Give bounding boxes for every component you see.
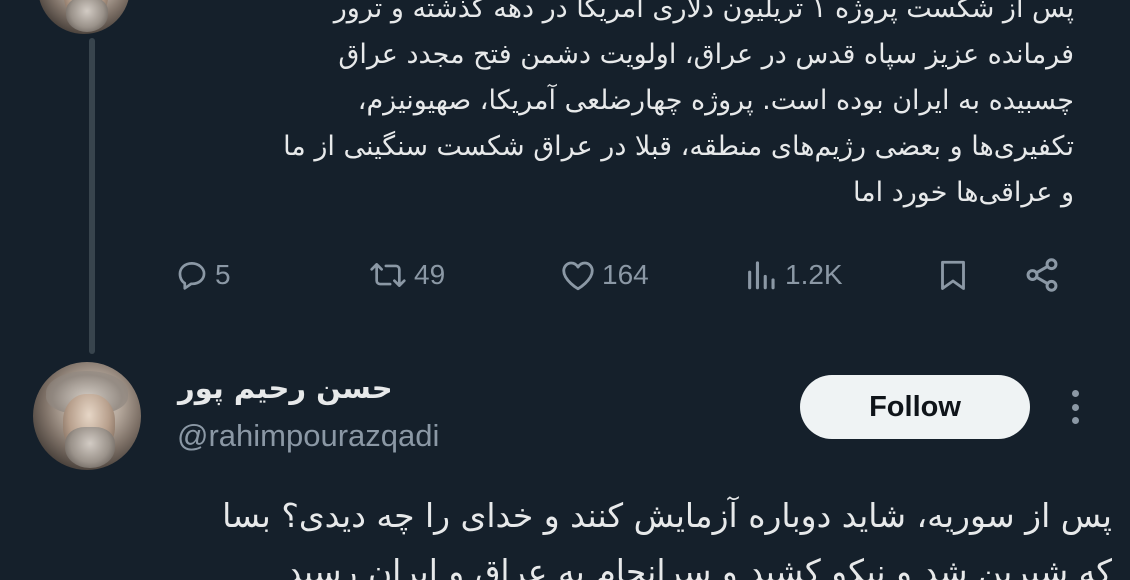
follow-button[interactable]: Follow <box>800 375 1030 439</box>
views-chart-icon <box>748 261 775 290</box>
twitter-thread-screen: پس از شکست پروژه ۱ تریلیون دلاری آمریکا … <box>0 0 1130 580</box>
parent-tweet-actions: 5 49 164 1.2K <box>175 245 1075 305</box>
like-count: 164 <box>602 259 649 290</box>
more-options-button[interactable] <box>1058 384 1092 430</box>
avatar-beard <box>65 426 116 468</box>
retweet-count: 49 <box>414 259 446 290</box>
retweet-icon <box>370 263 406 287</box>
reply-button[interactable]: 5 <box>175 245 231 305</box>
thread-connector-line <box>89 38 95 354</box>
more-vertical-icon-dot <box>1071 403 1079 411</box>
tweet-author-avatar[interactable] <box>33 362 141 470</box>
more-vertical-icon-dot <box>1071 417 1079 424</box>
tweet-text: پس از سوریه، شاید دوباره آزمایش کنند و خ… <box>222 496 1112 580</box>
heart-icon <box>562 261 594 291</box>
reply-icon <box>178 262 206 290</box>
author-handle[interactable]: @rahimpourazqadi <box>177 415 439 457</box>
retweet-button[interactable]: 49 <box>368 245 445 305</box>
like-button[interactable]: 164 <box>560 245 649 305</box>
share-icon <box>1026 258 1058 292</box>
author-display-name[interactable]: حسن رحیم پور <box>178 368 393 408</box>
bookmark-button[interactable] <box>935 245 971 305</box>
reply-count: 5 <box>215 259 231 290</box>
avatar-beard <box>65 0 108 33</box>
parent-tweet-text: پس از شکست پروژه ۱ تریلیون دلاری آمریکا … <box>283 0 1074 208</box>
views-button[interactable]: 1.2K <box>743 245 843 305</box>
views-count: 1.2K <box>785 259 843 290</box>
share-button[interactable] <box>1023 245 1061 305</box>
more-vertical-icon <box>1071 390 1079 397</box>
bookmark-icon <box>941 260 965 290</box>
